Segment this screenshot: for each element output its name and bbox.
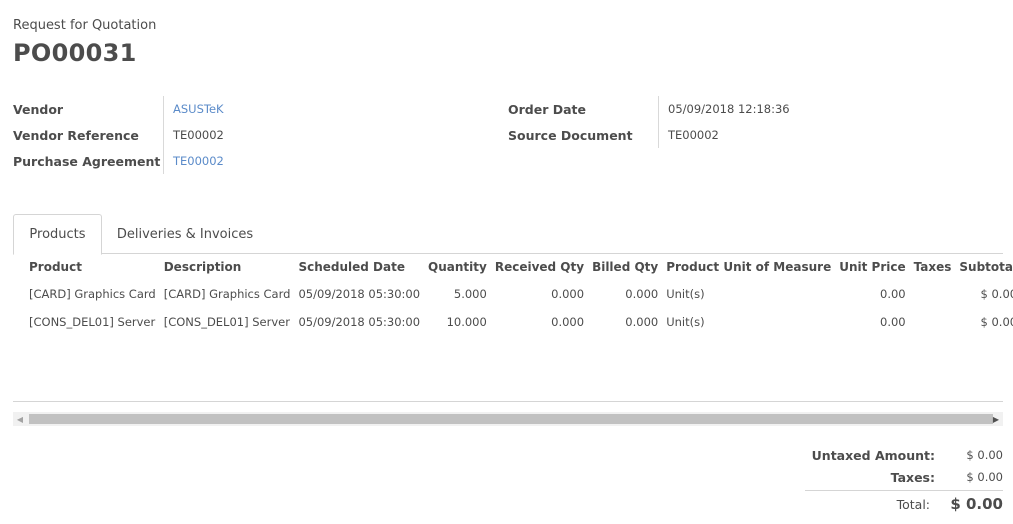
cell-uom: Unit(s) [666, 315, 705, 329]
column-header-received-qty[interactable]: Received Qty [491, 254, 588, 280]
untaxed-amount-row: Untaxed Amount: $ 0.00 [803, 444, 1003, 466]
cell-taxes [910, 308, 956, 336]
cell-scheduled-date: 05/09/2018 05:30:00 [298, 287, 421, 301]
source-document-value: TE00002 [658, 122, 719, 148]
table-row[interactable]: [CONS_DEL01] Server [CONS_DEL01] Server … [13, 308, 1013, 336]
source-document-label: Source Document [508, 127, 633, 143]
taxes-label: Taxes: [890, 469, 935, 485]
cell-product: [CARD] Graphics Card [29, 287, 156, 301]
vendor-reference-value: TE00002 [163, 122, 224, 148]
cell-quantity: 5.000 [453, 287, 487, 301]
total-row: Total: $ 0.00 [803, 493, 1003, 515]
notebook-tabs: Products Deliveries & Invoices [13, 214, 1003, 255]
cell-description: [CONS_DEL01] Server [163, 315, 290, 329]
table-footer-divider [13, 401, 1003, 402]
horizontal-scrollbar[interactable]: ◀ ▶ [13, 412, 1003, 426]
column-header-product[interactable]: Product [13, 254, 160, 280]
total-label: Total: [896, 496, 930, 512]
scroll-right-icon[interactable]: ▶ [989, 412, 1003, 426]
cell-unit-price: 0.00 [880, 287, 906, 301]
tab-products[interactable]: Products [13, 214, 102, 255]
field-vendor: Vendor ASUSTeK [13, 96, 493, 122]
purchase-agreement-label: Purchase Agreement [13, 153, 161, 169]
order-lines-table: Product Description Scheduled Date Quant… [13, 254, 1013, 336]
totals-divider [805, 490, 1003, 491]
field-order-date: Order Date 05/09/2018 12:18:36 [508, 96, 998, 122]
cell-billed-qty: 0.000 [625, 287, 659, 301]
column-header-scheduled-date[interactable]: Scheduled Date [294, 254, 424, 280]
cell-subtotal: $ 0.00 [980, 315, 1013, 329]
cell-uom: Unit(s) [666, 287, 705, 301]
purchase-agreement-link[interactable]: TE00002 [163, 148, 224, 174]
column-header-subtotal[interactable]: Subtotal [955, 254, 1013, 280]
table-row[interactable]: [CARD] Graphics Card [CARD] Graphics Car… [13, 280, 1013, 308]
vendor-label: Vendor [13, 101, 64, 117]
cell-product: [CONS_DEL01] Server [29, 315, 156, 329]
cell-unit-price: 0.00 [880, 315, 906, 329]
column-header-uom[interactable]: Product Unit of Measure [662, 254, 835, 280]
column-header-description[interactable]: Description [160, 254, 295, 280]
cell-subtotal: $ 0.00 [980, 287, 1013, 301]
untaxed-amount-label: Untaxed Amount: [811, 447, 935, 463]
cell-billed-qty: 0.000 [625, 315, 659, 329]
field-source-document: Source Document TE00002 [508, 122, 998, 148]
untaxed-amount-value: $ 0.00 [966, 448, 1003, 462]
column-header-billed-qty[interactable]: Billed Qty [588, 254, 662, 280]
total-value: $ 0.00 [950, 495, 1003, 513]
document-number: PO00031 [13, 39, 137, 67]
vendor-reference-label: Vendor Reference [13, 127, 139, 143]
taxes-value: $ 0.00 [966, 470, 1003, 484]
document-type-label: Request for Quotation [13, 18, 157, 33]
column-header-unit-price[interactable]: Unit Price [835, 254, 909, 280]
cell-quantity: 10.000 [446, 315, 487, 329]
taxes-row: Taxes: $ 0.00 [803, 466, 1003, 488]
field-purchase-agreement: Purchase Agreement TE00002 [13, 148, 493, 174]
cell-received-qty: 0.000 [551, 315, 585, 329]
vendor-link[interactable]: ASUSTeK [163, 96, 224, 122]
fields-right: Order Date 05/09/2018 12:18:36 Source Do… [508, 96, 998, 148]
order-date-value: 05/09/2018 12:18:36 [658, 96, 790, 122]
table-header-row: Product Description Scheduled Date Quant… [13, 254, 1013, 280]
cell-scheduled-date: 05/09/2018 05:30:00 [298, 315, 421, 329]
column-header-taxes[interactable]: Taxes [910, 254, 956, 280]
fields-left: Vendor ASUSTeK Vendor Reference TE00002 … [13, 96, 493, 174]
field-vendor-reference: Vendor Reference TE00002 [13, 122, 493, 148]
tab-deliveries-invoices[interactable]: Deliveries & Invoices [108, 214, 262, 254]
scrollbar-thumb[interactable] [29, 414, 993, 424]
cell-received-qty: 0.000 [551, 287, 585, 301]
cell-description: [CARD] Graphics Card [163, 287, 291, 301]
order-totals: Untaxed Amount: $ 0.00 Taxes: $ 0.00 Tot… [803, 444, 1003, 515]
order-date-label: Order Date [508, 101, 586, 117]
scroll-left-icon[interactable]: ◀ [13, 412, 27, 426]
column-header-quantity[interactable]: Quantity [424, 254, 491, 280]
cell-taxes [910, 280, 956, 308]
